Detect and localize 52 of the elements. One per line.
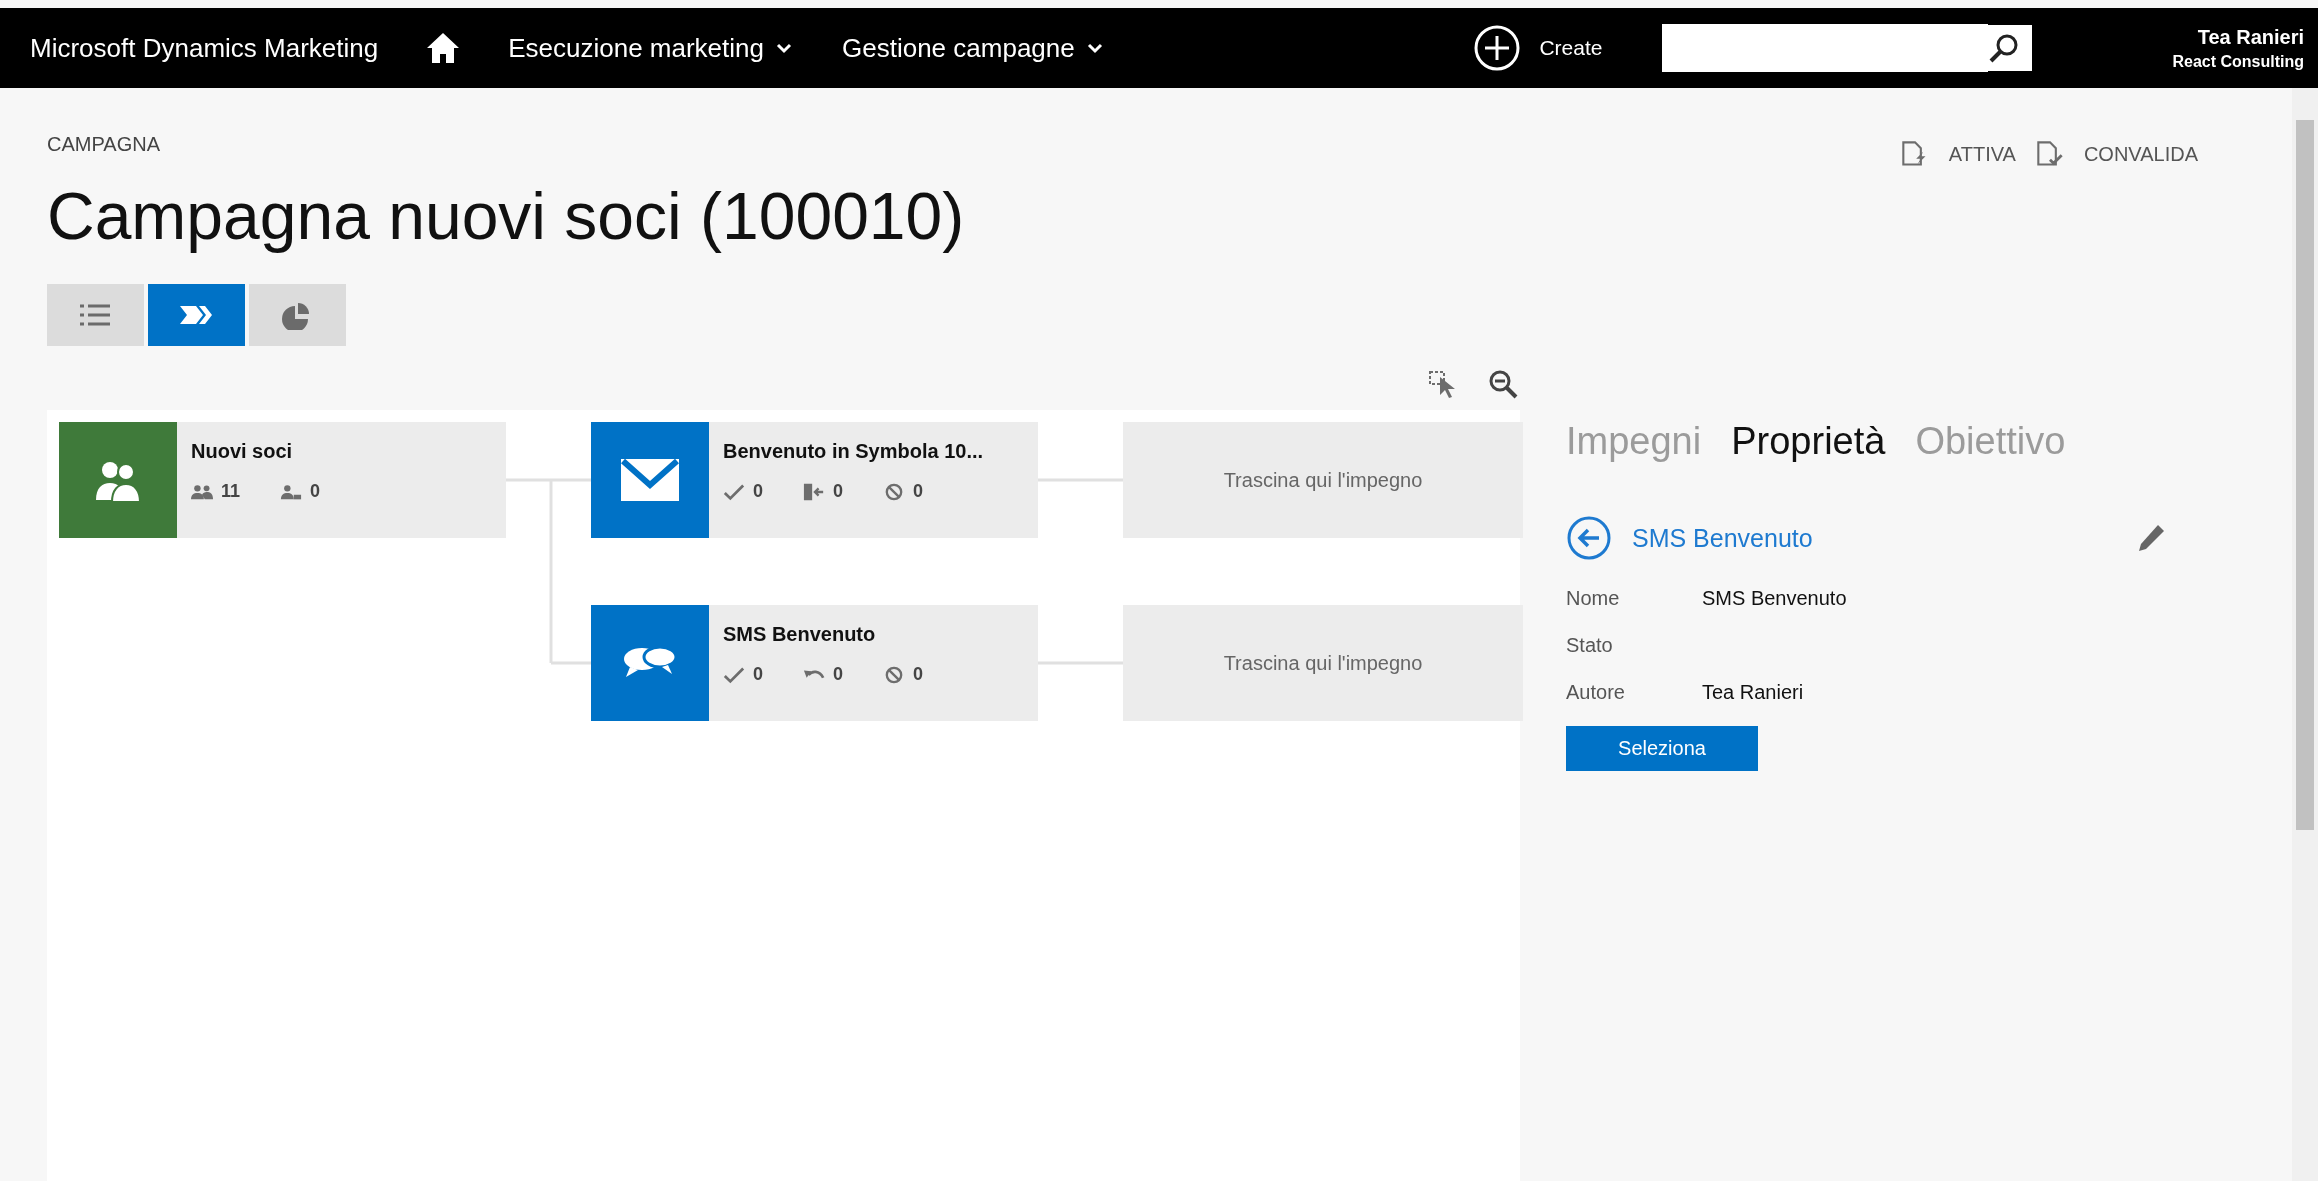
activity-node[interactable]: SMS Benvenuto 0 0 0	[591, 605, 1038, 721]
company-name: React Consulting	[2172, 52, 2304, 71]
people-icon	[191, 482, 213, 501]
record-title: SMS Benvenuto	[1632, 523, 1814, 553]
app-title[interactable]: Microsoft Dynamics Marketing	[30, 32, 379, 64]
nav-menu[interactable]: Gestione campagne	[842, 32, 1103, 64]
stat-count: 0	[913, 481, 924, 502]
envelope-icon	[620, 458, 680, 502]
user-name[interactable]: Tea Ranieri	[2197, 25, 2304, 49]
document-check-icon[interactable]	[2035, 139, 2064, 169]
create-link[interactable]: Create	[1539, 36, 1603, 60]
chevron-down-icon[interactable]	[776, 42, 792, 54]
stat-count: 0	[833, 481, 844, 502]
field-label: Nome	[1566, 587, 1621, 610]
segment-node[interactable]: Nuovi soci 11 0	[59, 422, 506, 538]
action-link[interactable]: CONVALIDA	[2083, 142, 2198, 166]
stat-count: 0	[753, 481, 763, 502]
home-icon[interactable]	[426, 32, 461, 64]
check-icon	[723, 665, 745, 684]
node-title: Nuovi soci	[191, 440, 294, 463]
select-button[interactable]: Seleziona	[1566, 726, 1758, 771]
field-label: Autore	[1566, 681, 1626, 704]
drop-zone[interactable]: Trascina qui l'impegno	[1123, 605, 1523, 721]
stat-count: 0	[310, 481, 321, 502]
plus-circle-icon[interactable]	[1473, 24, 1522, 72]
stat-count: 0	[753, 664, 763, 685]
check-icon	[723, 482, 745, 501]
breadcrumb: CAMPAGNA	[47, 133, 161, 156]
node-title: Benvenuto in Symbola 10...	[723, 440, 984, 463]
scrollbar[interactable]	[2292, 88, 2318, 1181]
activity-node[interactable]: Benvenuto in Symbola 10... 0 0 0	[591, 422, 1038, 538]
field-value: SMS Benvenuto	[1702, 587, 1848, 610]
field-value: Tea Ranieri	[1702, 681, 1805, 704]
search-field[interactable]	[1662, 25, 2033, 71]
zoom-out-icon[interactable]	[1488, 369, 1520, 399]
drop-zone[interactable]: Trascina qui l'impegno	[1123, 422, 1523, 538]
nav-menu[interactable]: Esecuzione marketing	[508, 32, 792, 64]
door-exit-icon	[803, 482, 825, 501]
field-label: Stato	[1566, 634, 1614, 657]
node-title: SMS Benvenuto	[723, 623, 877, 646]
stat-count: 11	[221, 481, 241, 502]
chevron-down-icon[interactable]	[1086, 42, 1103, 54]
chart-view-tab[interactable]	[249, 284, 346, 346]
flow-view-tab[interactable]	[148, 284, 245, 346]
stat-count: 0	[833, 664, 844, 685]
stat-count: 0	[913, 664, 924, 685]
panel-tab[interactable]: Proprietà	[1731, 420, 1886, 463]
page-title: Campagna nuovi soci (100010)	[47, 178, 965, 254]
action-link[interactable]: ATTIVA	[1948, 142, 2016, 166]
list-view-tab[interactable]	[47, 284, 144, 346]
pencil-icon[interactable]	[2136, 523, 2166, 553]
person-icon	[280, 482, 303, 501]
